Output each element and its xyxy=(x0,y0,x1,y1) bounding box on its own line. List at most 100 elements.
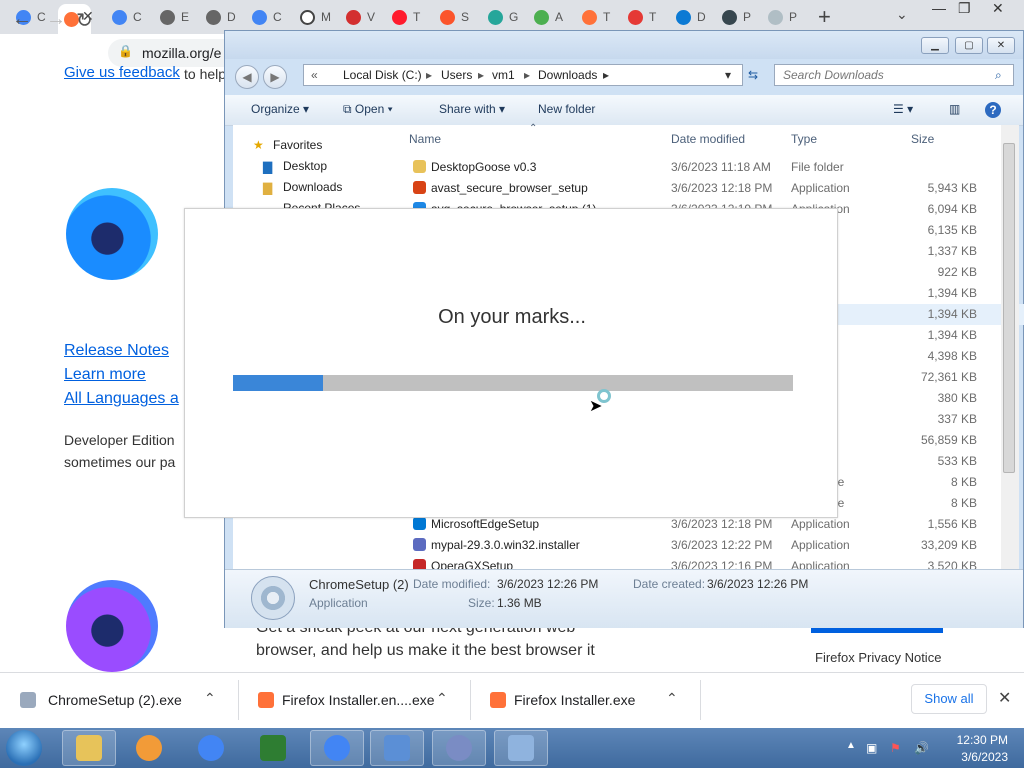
learn-more-link[interactable]: Learn more xyxy=(64,366,146,384)
maximize-button[interactable]: ❐ xyxy=(958,0,971,17)
feedback-link[interactable]: Give us feedback xyxy=(64,64,180,81)
breadcrumb-users[interactable]: Users xyxy=(441,68,472,82)
minimize-button[interactable]: — xyxy=(932,0,946,16)
organize-button[interactable]: Organize ▾ xyxy=(251,102,309,116)
file-row[interactable]: mypal-29.3.0.win32.installer 3/6/2023 12:… xyxy=(225,535,1024,556)
help-icon[interactable]: ? xyxy=(985,102,1001,118)
column-type[interactable]: Type xyxy=(791,132,817,146)
browser-tab[interactable]: T xyxy=(628,6,656,28)
download-options-chevron-icon[interactable]: ⌃ xyxy=(436,690,448,707)
tray-expand-icon[interactable]: ▲ xyxy=(846,740,856,751)
download-item[interactable]: ChromeSetup (2).exe ⌃ xyxy=(0,672,238,728)
browser-tab[interactable]: C xyxy=(252,6,282,28)
taskbar-item[interactable] xyxy=(246,730,300,766)
browser-tab[interactable]: S xyxy=(440,6,469,28)
show-all-button[interactable]: Show all xyxy=(911,684,987,714)
browser-tab[interactable]: A xyxy=(534,6,563,28)
share-with-button[interactable]: Share with ▾ xyxy=(439,102,505,116)
all-languages-link[interactable]: All Languages a xyxy=(64,390,179,408)
close-window-button[interactable]: ✕ xyxy=(992,0,1004,17)
tray-icon-1[interactable]: ▣ xyxy=(866,741,877,755)
browser-tab[interactable]: V xyxy=(346,6,375,28)
taskbar-item[interactable] xyxy=(432,730,486,766)
tab-favicon-icon xyxy=(346,9,361,25)
taskbar-item[interactable] xyxy=(370,730,424,766)
browser-tab[interactable]: P xyxy=(722,6,751,28)
preview-pane-icon[interactable]: ▥ xyxy=(949,102,960,116)
taskbar-app-icon xyxy=(508,735,534,761)
tab-favicon-icon xyxy=(440,9,455,25)
explorer-titlebar xyxy=(225,31,1023,59)
breadcrumb-vm1[interactable]: vm1 xyxy=(492,68,515,82)
nav-favorites[interactable]: Favorites xyxy=(273,138,322,152)
file-type: Application xyxy=(791,538,850,552)
close-shelf-icon[interactable]: ✕ xyxy=(998,688,1011,708)
taskbar-item[interactable] xyxy=(122,730,176,766)
download-button-edge[interactable] xyxy=(811,628,943,633)
start-button[interactable] xyxy=(6,730,42,766)
breadcrumb-downloads[interactable]: Downloads xyxy=(538,68,597,82)
browser-tab[interactable]: D xyxy=(206,6,236,28)
file-date: 3/6/2023 12:18 PM xyxy=(671,517,773,531)
column-size[interactable]: Size xyxy=(911,132,934,146)
explorer-maximize-button[interactable]: ▢ xyxy=(955,37,983,54)
browser-tab[interactable]: T xyxy=(582,6,610,28)
address-dropdown-icon[interactable]: ▾ xyxy=(725,68,731,82)
tab-label: A xyxy=(555,10,564,24)
browser-tab[interactable]: D xyxy=(676,6,706,28)
search-icon[interactable]: ⌕ xyxy=(995,68,1002,83)
breadcrumb-arrow-icon[interactable]: ▸ xyxy=(524,68,530,82)
download-options-chevron-icon[interactable]: ⌃ xyxy=(666,690,678,707)
setup-file-icon xyxy=(251,576,295,620)
view-options-icon[interactable]: ☰ ▾ xyxy=(893,102,913,116)
lock-icon[interactable]: 🔒 xyxy=(118,44,133,58)
breadcrumb-local-disk[interactable]: Local Disk (C:) xyxy=(343,68,422,82)
open-button[interactable]: ⧉ Open ▾ xyxy=(343,102,393,117)
forward-icon[interactable]: → xyxy=(46,8,66,31)
browser-tab[interactable]: E xyxy=(160,6,189,28)
breadcrumb-arrow-icon[interactable]: ▸ xyxy=(426,68,432,82)
tab-search-button[interactable]: ⌄ xyxy=(896,6,908,23)
file-row[interactable]: avast_secure_browser_setup 3/6/2023 12:18… xyxy=(225,178,1024,199)
scrollbar-thumb[interactable] xyxy=(1003,143,1015,473)
privacy-notice-link[interactable]: Firefox Privacy Notice xyxy=(815,650,941,665)
taskbar-item[interactable] xyxy=(62,730,116,766)
download-item[interactable]: Firefox Installer.exe ⌃ xyxy=(470,672,700,728)
file-size: 1,394 KB xyxy=(927,307,977,321)
explorer-minimize-button[interactable]: ▁ xyxy=(921,37,949,54)
reload-icon[interactable]: ↻ xyxy=(76,8,93,33)
new-tab-button[interactable]: + xyxy=(818,4,831,30)
firefox-developer-logo xyxy=(66,188,158,280)
details-type: Application xyxy=(309,596,368,610)
column-date-modified[interactable]: Date modified xyxy=(671,132,745,146)
browser-tab[interactable]: T xyxy=(392,6,420,28)
browser-tab[interactable]: M xyxy=(300,6,331,28)
explorer-back-button[interactable]: ◀ xyxy=(235,65,259,89)
file-name: mypal-29.3.0.win32.installer xyxy=(431,538,580,552)
new-folder-button[interactable]: New folder xyxy=(538,102,595,116)
taskbar-item[interactable] xyxy=(494,730,548,766)
clock-date[interactable]: 3/6/2023 xyxy=(938,750,1008,764)
back-icon[interactable]: ← xyxy=(12,8,32,31)
download-item[interactable]: Firefox Installer.en....exe ⌃ xyxy=(238,672,470,728)
explorer-close-button[interactable]: ✕ xyxy=(987,37,1015,54)
file-row[interactable]: DesktopGoose v0.3 3/6/2023 11:18 AM File f… xyxy=(225,157,1024,178)
browser-tab[interactable]: P xyxy=(768,6,797,28)
browser-tab[interactable]: C xyxy=(112,6,142,28)
column-name[interactable]: Name xyxy=(409,132,441,146)
taskbar-item[interactable] xyxy=(310,730,364,766)
installer-progress-fill xyxy=(233,375,323,391)
release-notes-link[interactable]: Release Notes xyxy=(64,342,169,360)
explorer-forward-button[interactable]: ▶ xyxy=(263,65,287,89)
network-icon[interactable]: ⚑ xyxy=(890,741,901,755)
clock-time[interactable]: 12:30 PM xyxy=(938,733,1008,747)
file-name: MicrosoftEdgeSetup xyxy=(431,517,540,531)
breadcrumb-arrow-icon[interactable]: ▸ xyxy=(603,68,609,82)
volume-icon[interactable]: 🔊 xyxy=(914,741,929,755)
breadcrumb-arrow-icon[interactable]: ▸ xyxy=(478,68,484,82)
url-text: mozilla.org/e xyxy=(142,45,222,61)
taskbar-item[interactable] xyxy=(184,730,238,766)
browser-tab[interactable]: G xyxy=(488,6,518,28)
download-options-chevron-icon[interactable]: ⌃ xyxy=(204,690,216,707)
refresh-icon[interactable]: ⇆ xyxy=(748,68,758,82)
